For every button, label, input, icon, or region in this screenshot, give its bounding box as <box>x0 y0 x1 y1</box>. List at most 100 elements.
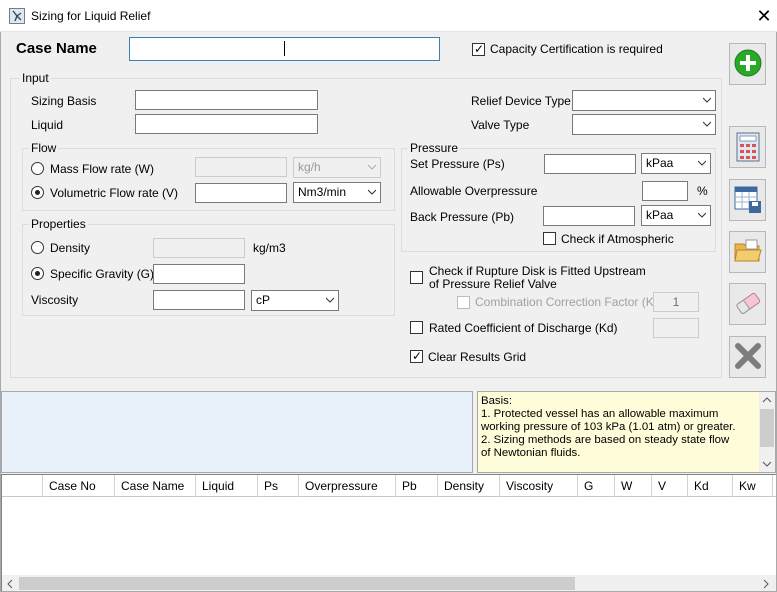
volumetric-flow-radio[interactable] <box>31 186 44 199</box>
column-header[interactable]: W <box>615 475 652 497</box>
scroll-down-icon[interactable] <box>762 460 772 468</box>
properties-group-title: Properties <box>29 217 88 231</box>
back-pressure-label: Back Pressure (Pb) <box>410 210 515 224</box>
density-input[interactable] <box>153 238 245 258</box>
window-title: Sizing for Liquid Relief <box>31 9 151 23</box>
rupture-disk-label: Check if Rupture Disk is Fitted Upstream… <box>429 264 646 291</box>
combination-factor-input[interactable]: 1 <box>653 292 699 312</box>
back-pressure-input[interactable] <box>543 206 635 226</box>
atmospheric-label: Check if Atmospheric <box>561 232 674 246</box>
clear-results-checkbox[interactable] <box>410 348 423 364</box>
chevron-down-icon <box>698 160 706 166</box>
set-pressure-label: Set Pressure (Ps) <box>410 157 505 171</box>
mass-flow-radio[interactable] <box>31 162 44 175</box>
rupture-disk-checkbox[interactable] <box>410 271 423 284</box>
chevron-down-icon <box>326 297 334 303</box>
open-button[interactable] <box>729 231 766 273</box>
column-header[interactable]: Case Name <box>115 475 196 497</box>
sizing-basis-input[interactable] <box>135 90 318 110</box>
results-grid-scrollbar[interactable] <box>2 575 776 592</box>
close-button[interactable]: ✕ <box>752 4 776 28</box>
density-radio[interactable] <box>31 241 44 254</box>
delete-icon <box>734 343 761 369</box>
liquid-input[interactable] <box>135 114 318 134</box>
case-name-input[interactable] <box>129 37 440 61</box>
column-header[interactable]: Kw <box>733 475 773 497</box>
allowable-overpressure-input[interactable] <box>642 181 688 201</box>
mass-flow-unit-select[interactable]: kg/h <box>293 157 381 178</box>
volumetric-flow-unit: Nm3/min <box>298 185 347 199</box>
scroll-up-icon[interactable] <box>762 396 772 404</box>
column-header[interactable]: Viscosity <box>500 475 578 497</box>
clear-results-label: Clear Results Grid <box>428 350 527 364</box>
delete-button[interactable] <box>729 336 766 378</box>
allowable-overpressure-label: Allowable Overpressure <box>410 184 538 198</box>
open-folder-icon <box>733 239 762 262</box>
capacity-certification-checkbox[interactable] <box>472 41 485 57</box>
viscosity-label: Viscosity <box>31 293 79 307</box>
text-cursor <box>284 41 285 56</box>
add-icon <box>734 49 761 77</box>
chevron-down-icon <box>698 212 706 218</box>
sizing-basis-label: Sizing Basis <box>31 94 97 108</box>
volumetric-flow-label: Volumetric Flow rate (V) <box>50 186 179 200</box>
set-pressure-unit-select[interactable]: kPaa <box>641 153 711 174</box>
column-header[interactable]: G <box>578 475 615 497</box>
column-header[interactable]: Density <box>438 475 500 497</box>
scroll-right-icon[interactable] <box>762 579 770 589</box>
viscosity-input[interactable] <box>153 290 245 310</box>
clear-button[interactable] <box>729 283 766 325</box>
results-grid-scrollbar-thumb[interactable] <box>19 577 575 590</box>
basis-scrollbar[interactable] <box>759 392 775 472</box>
mass-flow-input[interactable] <box>195 157 287 177</box>
combination-factor-checkbox[interactable] <box>457 296 470 309</box>
liquid-label: Liquid <box>31 118 64 132</box>
column-header[interactable]: V <box>652 475 688 497</box>
volumetric-flow-input[interactable] <box>195 183 287 203</box>
column-header[interactable]: Kd <box>688 475 733 497</box>
relief-device-type-label: Relief Device Type <box>471 94 571 108</box>
rated-coefficient-checkbox[interactable] <box>410 321 423 334</box>
calculator-icon <box>736 132 759 162</box>
basis-scrollbar-thumb[interactable] <box>760 409 774 447</box>
column-header[interactable]: Case No <box>43 475 115 497</box>
rated-coefficient-input[interactable] <box>653 318 699 338</box>
set-pressure-input[interactable] <box>544 154 636 174</box>
results-grid-header: Case No Case Name Liquid Ps Overpressure Pb De… <box>2 475 777 497</box>
column-header[interactable]: Pb <box>396 475 438 497</box>
density-label: Density <box>50 241 91 255</box>
valve-type-label: Valve Type <box>471 118 530 132</box>
capacity-certification-label: Capacity Certification is required <box>490 42 663 56</box>
input-group-title: Input <box>20 71 51 85</box>
basis-text: Basis: 1. Protected vessel has an allowa… <box>481 395 736 459</box>
density-unit: kg/m3 <box>253 241 286 255</box>
back-pressure-unit-select[interactable]: kPaa <box>641 205 711 226</box>
mass-flow-unit: kg/h <box>298 160 321 174</box>
flow-group-title: Flow <box>29 141 59 155</box>
chevron-down-icon <box>703 121 711 127</box>
column-header[interactable]: Ps <box>258 475 299 497</box>
volumetric-flow-unit-select[interactable]: Nm3/min <box>293 182 381 203</box>
combination-factor-label: Combination Correction Factor (Kc) <box>475 295 664 309</box>
specific-gravity-label: Specific Gravity (G) <box>50 267 155 281</box>
chevron-down-icon <box>368 189 376 195</box>
basis-panel[interactable]: Basis: 1. Protected vessel has an allowa… <box>477 391 776 473</box>
eraser-icon <box>735 292 760 314</box>
column-header[interactable]: Overpressure <box>299 475 396 497</box>
calculate-button[interactable] <box>729 126 766 168</box>
save-button[interactable] <box>729 179 766 221</box>
relief-device-type-select[interactable] <box>572 90 716 111</box>
results-grid[interactable]: Case No Case Name Liquid Ps Overpressure Pb De… <box>1 474 777 592</box>
specific-gravity-input[interactable] <box>153 264 245 284</box>
scroll-left-icon[interactable] <box>6 579 14 589</box>
valve-type-select[interactable] <box>572 114 716 135</box>
rated-coefficient-label: Rated Coefficient of Discharge (Kd) <box>429 321 618 335</box>
add-case-button[interactable] <box>729 43 766 85</box>
mass-flow-label: Mass Flow rate (W) <box>50 162 155 176</box>
atmospheric-checkbox[interactable] <box>543 232 556 245</box>
specific-gravity-radio[interactable] <box>31 267 44 280</box>
chevron-down-icon <box>703 97 711 103</box>
viscosity-unit-select[interactable]: cP <box>251 290 339 311</box>
row-header-column[interactable] <box>2 475 43 497</box>
column-header[interactable]: Liquid <box>196 475 258 497</box>
